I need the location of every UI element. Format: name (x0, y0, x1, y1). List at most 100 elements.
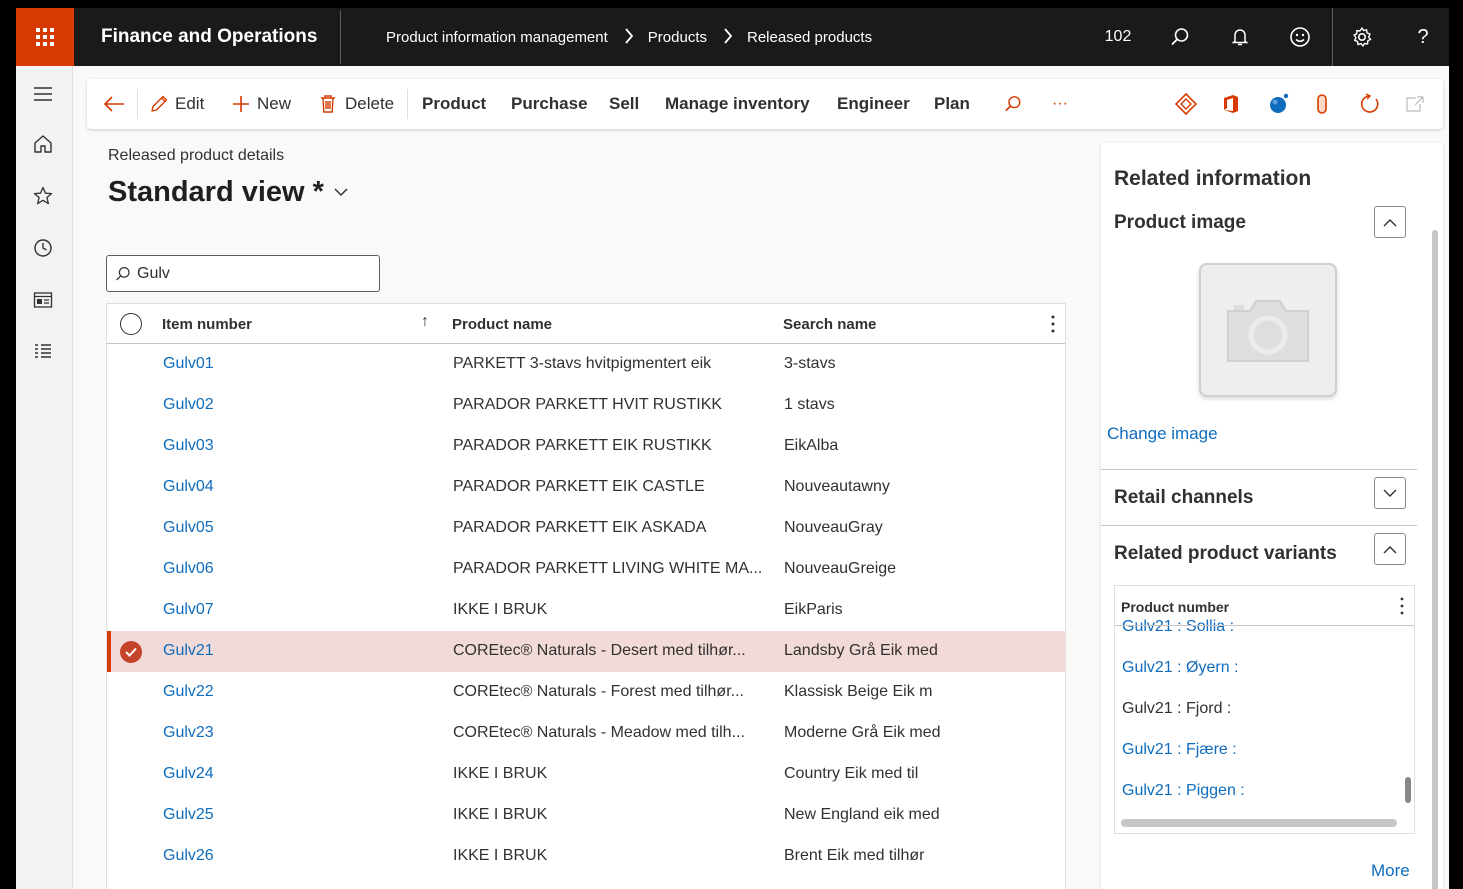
workspace-icon (33, 292, 53, 308)
view-selector[interactable]: Standard view * (108, 176, 348, 209)
item-number-link[interactable]: Gulv24 (163, 765, 214, 783)
tab-purchase[interactable]: Purchase (511, 79, 588, 129)
breadcrumb-item-released-products[interactable]: Released products (747, 29, 872, 46)
pane-vertical-scrollbar[interactable] (1432, 230, 1438, 889)
delete-button[interactable]: Delete (319, 79, 394, 129)
nav-favorites[interactable] (29, 182, 57, 210)
back-button[interactable] (103, 79, 125, 129)
variant-list-item: Gulv21 : Fjord : (1122, 700, 1232, 717)
expand-retail-channels-button[interactable] (1374, 477, 1406, 509)
table-row[interactable]: Gulv25 IKKE I BRUK New England eik med (107, 795, 1065, 836)
action-pane: Edit New Delete Product Purchase Sell Ma… (87, 79, 1443, 129)
chevron-up-icon (1383, 545, 1397, 553)
search-button[interactable] (1160, 8, 1200, 66)
variant-list-item[interactable]: Gulv21 : Fjære : (1122, 741, 1237, 759)
feedback-button[interactable] (1280, 8, 1320, 66)
more-link[interactable]: More (1371, 861, 1410, 881)
item-number-link[interactable]: Gulv23 (163, 724, 214, 742)
trash-icon (321, 95, 335, 113)
filter-search-input[interactable]: Gulv (106, 255, 380, 292)
column-header-product-number[interactable]: Product number (1121, 599, 1229, 615)
company-picker[interactable]: 102 (1098, 8, 1138, 66)
collapse-product-image-button[interactable] (1374, 206, 1406, 238)
refresh-button[interactable] (1359, 79, 1381, 129)
tab-product[interactable]: Product (422, 79, 486, 129)
item-number-link[interactable]: Gulv05 (163, 519, 214, 537)
office-button[interactable] (1222, 79, 1240, 129)
item-number-link[interactable]: Gulv26 (163, 847, 214, 865)
help-button[interactable]: ? (1403, 8, 1443, 66)
app-launcher-button[interactable] (16, 8, 74, 66)
notifications-button[interactable] (1220, 8, 1260, 66)
related-information-pane: Related information Product image Change… (1101, 143, 1443, 889)
open-new-window-button[interactable] (1405, 79, 1425, 129)
nav-home[interactable] (29, 130, 57, 158)
item-number-link[interactable]: Gulv03 (163, 437, 214, 455)
variants-horizontal-scrollbar[interactable] (1121, 819, 1397, 827)
ai-button[interactable] (1267, 79, 1291, 129)
table-row[interactable]: Gulv01 PARKETT 3-stavs hvitpigmentert eik… (107, 344, 1065, 385)
collapse-variants-button[interactable] (1374, 533, 1406, 565)
table-row[interactable]: Gulv21 COREtec® Naturals - Desert med til… (107, 631, 1065, 672)
nav-recent[interactable] (29, 234, 57, 262)
item-number-link[interactable]: Gulv06 (163, 560, 214, 578)
table-row[interactable]: Gulv22 COREtec® Naturals - Forest med til… (107, 672, 1065, 713)
column-options-icon[interactable] (1051, 315, 1055, 337)
item-number-link[interactable]: Gulv22 (163, 683, 214, 701)
new-button[interactable]: New (231, 79, 291, 129)
nav-modules[interactable] (29, 338, 57, 366)
item-number-link[interactable]: Gulv01 (163, 355, 214, 373)
tab-manage-inventory[interactable]: Manage inventory (665, 79, 810, 129)
breadcrumb-item-products[interactable]: Products (648, 29, 707, 46)
variants-vertical-scrollbar[interactable] (1405, 777, 1411, 803)
select-all-checkbox[interactable] (120, 313, 142, 335)
sparkle-orb-icon (1270, 93, 1289, 113)
table-row[interactable]: Gulv24 IKKE I BRUK Country Eik med til (107, 754, 1065, 795)
column-header-product-name[interactable]: Product name (452, 316, 552, 333)
edit-button[interactable]: Edit (149, 79, 204, 129)
variant-list-item[interactable]: Gulv21 : Piggen : (1122, 782, 1245, 800)
nav-workspaces[interactable] (29, 286, 57, 314)
variants-grid: Gulv21 : Sollia : Gulv21 : Øyern : Gulv21 … (1114, 585, 1415, 834)
selected-row-marker (107, 631, 111, 672)
table-row[interactable]: Gulv07 IKKE I BRUK EikParis (107, 590, 1065, 631)
left-navigation (16, 66, 73, 889)
item-number-link[interactable]: Gulv25 (163, 806, 214, 824)
table-row[interactable]: Gulv05 PARADOR PARKETT EIK ASKADA NouveauG… (107, 508, 1065, 549)
variants-grid-header: Product number (1115, 586, 1414, 626)
action-search-button[interactable] (1004, 79, 1022, 129)
app-title[interactable]: Finance and Operations (101, 26, 317, 48)
table-row[interactable]: Gulv26 IKKE I BRUK Brent Eik med tilhør (107, 836, 1065, 877)
nav-collapse-button[interactable] (29, 80, 57, 108)
column-header-item-number[interactable]: Item number (162, 316, 252, 333)
table-row[interactable]: Gulv06 PARADOR PARKETT LIVING WHITE MA...… (107, 549, 1065, 590)
power-apps-button[interactable] (1175, 79, 1197, 129)
column-header-search-name[interactable]: Search name (783, 316, 876, 333)
variant-list-item[interactable]: Gulv21 : Øyern : (1122, 659, 1239, 677)
table-row[interactable]: Gulv03 PARADOR PARKETT EIK RUSTIKK EikAlba (107, 426, 1065, 467)
table-row[interactable]: Gulv02 PARADOR PARKETT HVIT RUSTIKK 1 stav… (107, 385, 1065, 426)
table-row[interactable]: Gulv04 PARADOR PARKETT EIK CASTLE Nouveaut… (107, 467, 1065, 508)
item-number-link[interactable]: Gulv02 (163, 396, 214, 414)
tab-sell[interactable]: Sell (609, 79, 639, 129)
topbar-divider (1332, 8, 1333, 66)
product-image-placeholder[interactable] (1199, 263, 1337, 397)
attachments-button[interactable] (1315, 79, 1329, 129)
row-checkbox-checked[interactable] (120, 641, 142, 663)
item-number-link[interactable]: Gulv04 (163, 478, 214, 496)
item-number-link[interactable]: Gulv07 (163, 601, 214, 619)
search-icon (116, 266, 130, 280)
settings-button[interactable] (1342, 8, 1382, 66)
breadcrumb-item-module[interactable]: Product information management (386, 29, 608, 46)
search-name-cell: EikParis (784, 601, 843, 618)
search-name-cell: NouveauGray (784, 519, 883, 536)
change-image-link[interactable]: Change image (1107, 424, 1218, 444)
top-bar: Finance and Operations Product informati… (16, 8, 1449, 66)
item-number-link[interactable]: Gulv21 (163, 642, 214, 660)
more-actions-button[interactable]: ··· (1052, 79, 1068, 129)
column-options-icon[interactable] (1400, 597, 1404, 618)
tab-engineer[interactable]: Engineer (837, 79, 910, 129)
product-name-cell: PARADOR PARKETT EIK CASTLE (453, 478, 705, 495)
table-row[interactable]: Gulv23 COREtec® Naturals - Meadow med til… (107, 713, 1065, 754)
tab-plan[interactable]: Plan (934, 79, 970, 129)
